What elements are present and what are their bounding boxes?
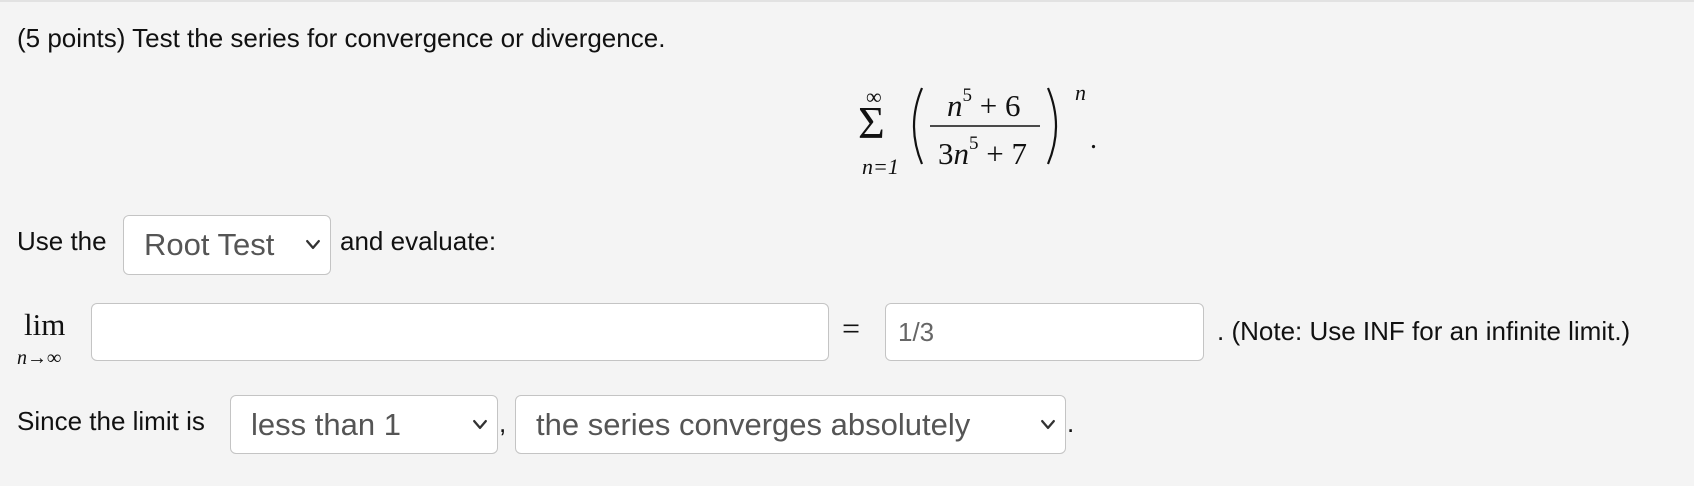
- question-text: (5 points) Test the series for convergen…: [17, 23, 666, 53]
- series-formula: ∞ Σ n=1 n5 + 6 3n5 + 7 n .: [850, 80, 1110, 190]
- limit-expression-input[interactable]: [91, 303, 829, 361]
- series-period: .: [1090, 124, 1097, 155]
- lim-label: lim: [24, 307, 66, 342]
- chevron-down-icon: [306, 239, 320, 250]
- chevron-down-icon: [1041, 419, 1055, 430]
- denominator-coefficient: 3: [938, 136, 954, 171]
- sentence-period: .: [1067, 408, 1075, 438]
- sum-lower-limit: n=1: [862, 154, 899, 179]
- test-prefix-label: Use the: [17, 226, 107, 256]
- test-suffix-label: and evaluate:: [340, 226, 497, 256]
- outer-exponent: n: [1075, 80, 1086, 105]
- sigma-symbol: Σ: [858, 97, 885, 148]
- chevron-down-icon: [473, 419, 487, 430]
- limit-result-input[interactable]: 1/3: [885, 303, 1204, 361]
- infinite-limit-note: . (Note: Use INF for an infinite limit.): [1217, 316, 1631, 346]
- numerator-constant: + 6: [979, 88, 1021, 123]
- equals-sign: =: [842, 310, 861, 346]
- test-method-value: Root Test: [144, 227, 275, 262]
- denominator-constant: + 7: [986, 136, 1027, 171]
- numerator-base: n: [947, 88, 963, 123]
- denominator-base: n: [953, 136, 970, 171]
- denominator: 3n5 + 7: [938, 132, 1027, 172]
- numerator: n5 + 6: [947, 84, 1021, 124]
- conclusion-select[interactable]: the series converges absolutely: [515, 395, 1066, 454]
- limit-comparison-select[interactable]: less than 1: [230, 395, 498, 454]
- limit-comparison-value: less than 1: [251, 407, 401, 442]
- comma-separator: ,: [499, 408, 507, 438]
- conclusion-value: the series converges absolutely: [536, 407, 971, 442]
- denominator-exponent: 5: [969, 132, 979, 154]
- conclusion-prefix-label: Since the limit is: [17, 406, 205, 436]
- top-divider: [0, 0, 1694, 2]
- numerator-exponent: 5: [962, 84, 973, 106]
- lim-subscript: n→∞: [17, 347, 62, 369]
- test-method-select[interactable]: Root Test: [123, 215, 331, 275]
